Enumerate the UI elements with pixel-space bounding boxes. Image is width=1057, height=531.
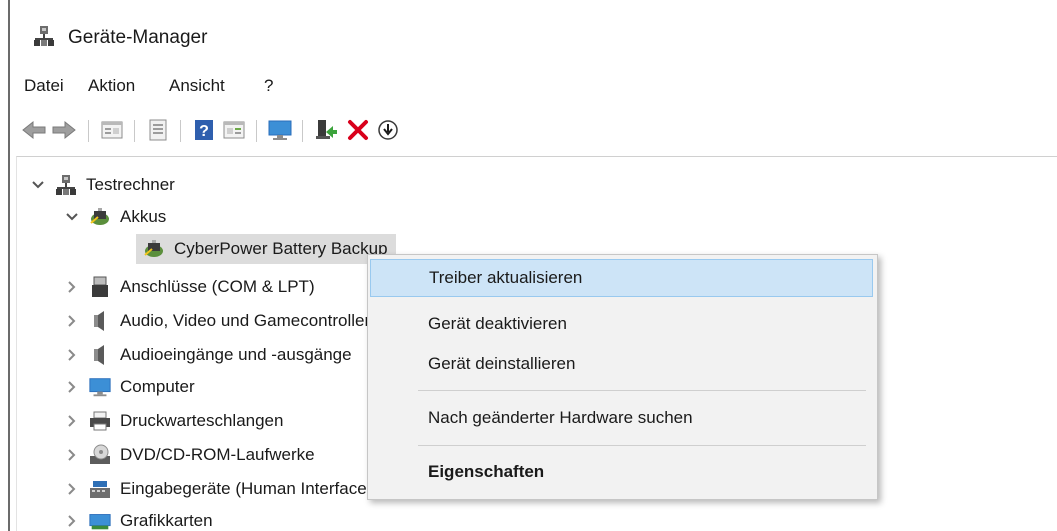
display-adapter-icon (88, 509, 112, 531)
tree-root[interactable]: Testrechner (28, 170, 175, 200)
menu-separator (418, 390, 866, 391)
tree-item-grafikkarten[interactable]: Grafikkarten (62, 506, 213, 531)
tree-item-druckwarteschlangen[interactable]: Druckwarteschlangen (62, 406, 283, 436)
computer-network-icon (54, 173, 78, 197)
tree-item-dvd[interactable]: DVD/CD-ROM-Laufwerke (62, 440, 315, 470)
svg-text:?: ? (199, 123, 209, 140)
menu-item-label: Gerät deaktivieren (428, 314, 567, 333)
toolbar-separator (88, 120, 89, 142)
tree-root-label: Testrechner (86, 175, 175, 194)
menu-item-label: Gerät deinstallieren (428, 354, 576, 373)
optical-drive-icon (88, 443, 112, 467)
back-icon[interactable] (20, 116, 48, 144)
tree-item-label: Audio, Video und Gamecontroller (120, 311, 371, 330)
input-device-icon (88, 477, 112, 501)
tree-item-label: Computer (120, 377, 195, 396)
refresh-icon[interactable] (144, 116, 172, 144)
tree-item-label: Akkus (120, 207, 167, 226)
speaker-icon (88, 343, 112, 367)
forward-icon[interactable] (50, 116, 78, 144)
tree-item-label: Anschlüsse (COM & LPT) (120, 277, 315, 296)
toolbar: ? (10, 108, 1057, 154)
window-title: Geräte-Manager (68, 27, 208, 48)
menu-item-label: Treiber aktualisieren (429, 268, 583, 287)
menu-item-treiber-aktualisieren[interactable]: Treiber aktualisieren (370, 259, 873, 297)
context-menu: Treiber aktualisieren Gerät deaktivieren… (367, 254, 878, 500)
menu-datei[interactable]: Datei (24, 76, 64, 96)
chevron-right-icon[interactable] (62, 411, 82, 431)
chevron-right-icon[interactable] (62, 511, 82, 531)
monitor-icon (88, 375, 112, 399)
toolbar-separator (134, 120, 135, 142)
menu-item-label: Nach geänderter Hardware suchen (428, 408, 693, 427)
device-manager-window: Geräte-Manager Datei Aktion Ansicht ? ? (8, 0, 1057, 531)
chevron-right-icon[interactable] (62, 345, 82, 365)
background-strip (0, 0, 8, 531)
tree-item-battery-selected[interactable]: CyberPower Battery Backup (136, 234, 396, 264)
printer-icon (88, 409, 112, 433)
tree-item-label: Audioeingänge und -ausgänge (120, 345, 352, 364)
tree-item-audioeingaenge[interactable]: Audioeingänge und -ausgänge (62, 340, 352, 370)
toolbar-separator (180, 120, 181, 142)
speaker-icon (88, 309, 112, 333)
port-icon (88, 275, 112, 299)
uninstall-icon[interactable] (344, 116, 372, 144)
chevron-down-icon[interactable] (62, 207, 82, 227)
title-bar: Geräte-Manager (10, 0, 1057, 68)
battery-icon (142, 237, 166, 261)
menu-bar: Datei Aktion Ansicht ? (10, 70, 1057, 104)
help-icon[interactable]: ? (190, 116, 218, 144)
monitor-icon[interactable] (266, 116, 294, 144)
tree-item-audio-video[interactable]: Audio, Video und Gamecontroller (62, 306, 370, 336)
chevron-right-icon[interactable] (62, 377, 82, 397)
chevron-right-icon[interactable] (62, 445, 82, 465)
tree-item-computer[interactable]: Computer (62, 372, 195, 402)
battery-icon (88, 205, 112, 229)
chevron-down-icon[interactable] (28, 175, 48, 195)
toolbar-separator (256, 120, 257, 142)
menu-item-geraet-deinstallieren[interactable]: Gerät deinstallieren (370, 345, 873, 383)
menu-item-eigenschaften[interactable]: Eigenschaften (370, 453, 873, 491)
download-icon[interactable] (374, 116, 402, 144)
properties-icon[interactable] (98, 116, 126, 144)
menu-item-label: Eigenschaften (428, 462, 545, 481)
menu-separator (418, 445, 866, 446)
tree-item-anschluesse[interactable]: Anschlüsse (COM & LPT) (62, 272, 315, 302)
chevron-right-icon[interactable] (62, 479, 82, 499)
tree-item-label: DVD/CD-ROM-Laufwerke (120, 445, 315, 464)
menu-help[interactable]: ? (264, 76, 273, 96)
update-driver-icon[interactable] (312, 116, 340, 144)
chevron-right-icon[interactable] (62, 277, 82, 297)
menu-aktion[interactable]: Aktion (88, 76, 135, 96)
details-pane-icon[interactable] (220, 116, 248, 144)
menu-ansicht[interactable]: Ansicht (169, 76, 225, 96)
tree-item-label: CyberPower Battery Backup (174, 239, 388, 258)
menu-item-geraet-deaktivieren[interactable]: Gerät deaktivieren (370, 305, 873, 343)
toolbar-separator (302, 120, 303, 142)
menu-item-hardware-suchen[interactable]: Nach geänderter Hardware suchen (370, 399, 873, 437)
tree-item-akkus[interactable]: Akkus (62, 202, 166, 232)
tree-item-label: Druckwarteschlangen (120, 411, 284, 430)
device-manager-app-icon (32, 24, 56, 48)
chevron-right-icon[interactable] (62, 311, 82, 331)
tree-item-label: Grafikkarten (120, 511, 213, 530)
